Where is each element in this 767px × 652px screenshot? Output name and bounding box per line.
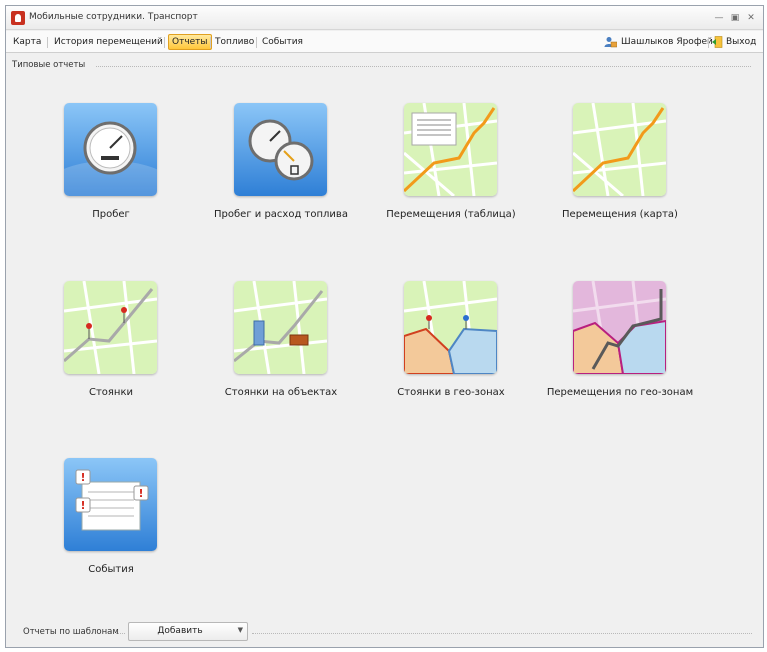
template-reports-bar: Отчеты по шаблонам Добавить ▼ [6, 619, 763, 647]
report-tile-label: События [88, 564, 134, 575]
maximize-icon[interactable]: ▣ [728, 11, 742, 25]
report-tile-parkings[interactable]: Стоянки [36, 281, 186, 431]
map-geozone-route-icon [573, 281, 666, 374]
svg-text:!: ! [138, 487, 143, 500]
report-tile-parkings-objects[interactable]: Стоянки на объектах [206, 281, 356, 431]
report-tile-events[interactable]: ! ! ! События [36, 458, 186, 608]
menu-item-map[interactable]: Карта [10, 34, 44, 50]
menu-item-reports[interactable]: Отчеты [168, 34, 212, 50]
report-tile-label: Пробег и расход топлива [214, 209, 348, 220]
menu-separator [164, 37, 165, 48]
menu-item-history[interactable]: История перемещений [51, 34, 166, 50]
chevron-down-icon: ▼ [237, 626, 243, 634]
report-tile-label: Пробег [92, 209, 130, 220]
svg-text:!: ! [80, 471, 85, 484]
map-table-icon [404, 103, 497, 196]
report-tile-label: Стоянки на объектах [224, 387, 338, 398]
user-icon [604, 37, 617, 48]
title-bar: Мобильные сотрудники. Транспорт — ▣ ✕ [6, 6, 763, 30]
add-button-label: Добавить [157, 626, 203, 636]
exit-button[interactable]: Выход [723, 34, 759, 50]
close-icon[interactable]: ✕ [744, 11, 758, 25]
speedometer-fuel-icon [234, 103, 327, 196]
section-title: Типовые отчеты [12, 60, 90, 70]
minimize-icon[interactable]: — [712, 11, 726, 25]
section-divider [252, 633, 752, 634]
report-tile-label: Стоянки в гео-зонах [397, 387, 505, 398]
user-name[interactable]: Шашлыков Ярофей [618, 34, 716, 50]
menu-separator [47, 37, 48, 48]
menu-item-events[interactable]: События [259, 34, 306, 50]
exit-icon [712, 36, 723, 48]
report-tile-label: Стоянки [88, 387, 134, 398]
menu-bar: Карта История перемещений Отчеты Топливо… [6, 31, 763, 53]
report-tile-label: Перемещения (таблица) [386, 209, 516, 220]
section-divider [116, 633, 125, 634]
map-pins-icon [64, 281, 157, 374]
section-divider [96, 66, 751, 67]
map-buildings-icon [234, 281, 327, 374]
add-template-dropdown[interactable]: Добавить ▼ [128, 622, 248, 641]
reports-panel: Типовые отчеты Пробег Пробег и расход то… [6, 53, 763, 627]
menu-separator [708, 37, 709, 48]
report-tile-label: Перемещения по гео-зонам [546, 387, 694, 398]
report-tile-movements-table[interactable]: Перемещения (таблица) [376, 103, 526, 253]
menu-item-fuel[interactable]: Топливо [212, 34, 257, 50]
report-tile-mileage[interactable]: Пробег [36, 103, 186, 253]
menu-separator [256, 37, 257, 48]
map-geozone-pins-icon [404, 281, 497, 374]
report-tile-parkings-geozones[interactable]: Стоянки в гео-зонах [376, 281, 526, 431]
menu-separator [210, 37, 211, 48]
speedometer-icon [64, 103, 157, 196]
report-tile-movements-map[interactable]: Перемещения (карта) [545, 103, 695, 253]
svg-text:!: ! [80, 499, 85, 512]
events-icon: ! ! ! [64, 458, 157, 551]
report-tile-movements-geozones[interactable]: Перемещения по гео-зонам [545, 281, 695, 431]
report-tile-mileage-fuel[interactable]: Пробег и расход топлива [206, 103, 356, 253]
app-window: Мобильные сотрудники. Транспорт — ▣ ✕ Ка… [5, 5, 764, 648]
window-title: Мобильные сотрудники. Транспорт [29, 12, 198, 22]
app-logo-icon [11, 11, 25, 25]
template-reports-label: Отчеты по шаблонам [23, 627, 119, 637]
report-tile-label: Перемещения (карта) [562, 209, 678, 220]
map-route-icon [573, 103, 666, 196]
